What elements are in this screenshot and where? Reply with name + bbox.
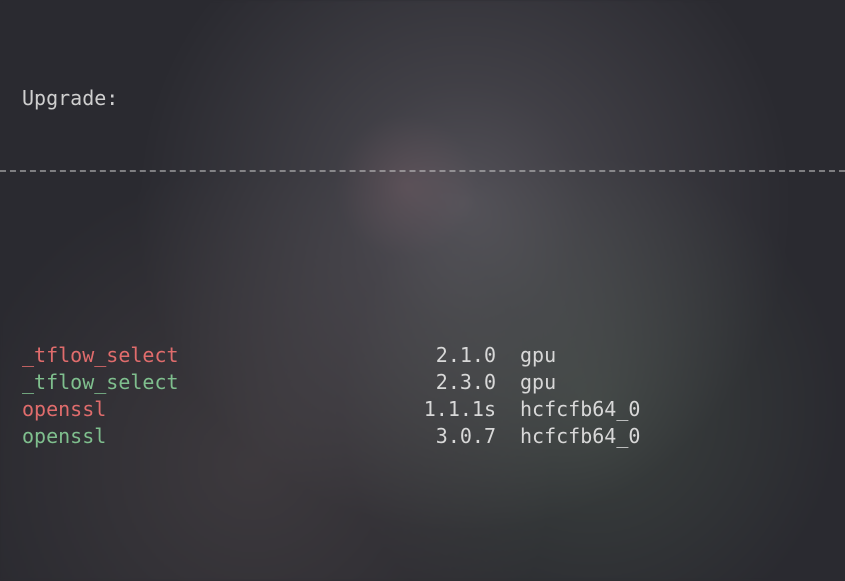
package-version: 2.1.0 xyxy=(332,342,520,369)
section-heading-upgrade: Upgrade: xyxy=(0,85,845,112)
package-version: 3.0.7 xyxy=(332,423,520,450)
package-name: openssl xyxy=(22,423,332,450)
package-version: 1.1.1s xyxy=(332,396,520,423)
package-name: _tflow_select xyxy=(22,369,332,396)
divider xyxy=(0,170,845,172)
package-build: gpu xyxy=(520,342,823,369)
package-name: openssl xyxy=(22,396,332,423)
package-version: 2.3.0 xyxy=(332,369,520,396)
package-row: _tflow_select2.3.0gpu xyxy=(0,369,845,396)
package-row: openssl3.0.7hcfcfb64_0 xyxy=(0,423,845,450)
package-row: _tflow_select2.1.0gpu xyxy=(0,342,845,369)
package-build: hcfcfb64_0 xyxy=(520,423,823,450)
upgrade-rows: _tflow_select2.1.0gpu_tflow_select2.3.0g… xyxy=(0,342,845,450)
terminal-output: Upgrade: _tflow_select2.1.0gpu_tflow_sel… xyxy=(0,0,845,581)
package-name: _tflow_select xyxy=(22,342,332,369)
package-build: gpu xyxy=(520,369,823,396)
package-row: openssl1.1.1shcfcfb64_0 xyxy=(0,396,845,423)
package-build: hcfcfb64_0 xyxy=(520,396,823,423)
